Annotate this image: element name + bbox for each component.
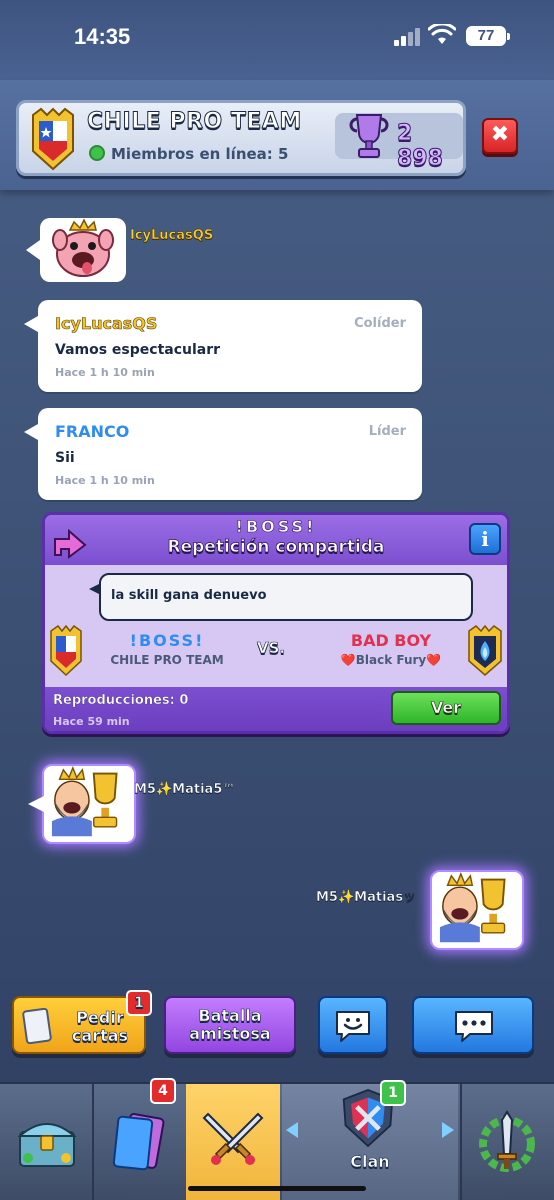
crossed-swords-icon [202,1112,264,1165]
friendly-battle-label: Batalla amistosa [189,1006,271,1043]
replay-plays-count: Reproducciones: 0 [53,693,189,708]
tab-clan[interactable]: 1 Clan [282,1080,458,1200]
chat-icon [455,1011,493,1042]
treasure-chest-icon [17,1123,77,1167]
king-trophy-emote-icon [439,872,506,943]
message-text: Vamos espectacularr [55,342,221,358]
opponent-clan-badge-icon [468,625,502,676]
message-role: Líder [368,424,406,439]
bottom-navigation: 4 1 Clan [0,1078,554,1200]
player2-name: BAD BOY [350,631,432,650]
cards-deck-icon [112,1113,165,1171]
trophy-icon [349,114,389,158]
message-role: Colíder [354,316,406,331]
watch-replay-button[interactable]: Ver [391,691,501,725]
clan-notification-badge: 1 [380,1080,406,1106]
replay-comment-bubble: la skill gana denuevo [89,573,473,621]
message-author[interactable]: IcyLucasQS [55,314,158,334]
replay-title: Repetición compartida [167,537,385,558]
emote-button[interactable] [318,996,388,1054]
wifi-icon [428,24,456,44]
chevron-left-icon[interactable] [286,1122,298,1138]
tab-battle[interactable] [186,1084,280,1200]
message-author[interactable]: FRANCO [55,422,129,441]
versus-label: VS. [257,639,286,658]
online-status-dot [89,145,105,161]
replay-player-title: !BOSS! [235,517,317,537]
laurel-sword-icon [479,1110,535,1172]
status-bar: 14:35 77 [0,0,554,80]
home-indicator [188,1186,366,1191]
emote-player-name[interactable]: M5✨Matia5™ [134,782,236,798]
replay-footer: Reproducciones: 0 Hace 59 min Ver [45,687,507,731]
replay-header: !BOSS! Repetición compartida i [45,515,507,565]
chat-message[interactable]: IcyLucasQS Colíder Vamos espectacularr H… [24,300,422,392]
tab-shop[interactable] [0,1084,92,1200]
card-icon [22,1008,52,1044]
clan-badge-icon [32,107,74,171]
online-members-label: Miembros en línea: 5 [111,145,289,163]
chevron-right-icon[interactable] [442,1122,454,1138]
close-button[interactable]: ✖ [482,118,518,154]
replay-time: Hace 59 min [53,715,130,728]
pig-emote-icon [52,218,114,277]
emote-player-name[interactable]: M5✨Matiasッ [316,886,417,906]
message-time: Hace 1 h 10 min [55,474,155,487]
emote-bubble-pig [26,218,126,282]
clan-trophy-count: 2 898 [397,121,444,172]
clan-trophy-box: 2 898 [335,113,463,172]
cellular-signal-icon [394,28,422,46]
replay-comment: la skill gana denuevo [111,588,267,603]
chat-message[interactable]: FRANCO Líder Sii Hace 1 h 10 min [24,408,422,500]
cards-notification-badge: 4 [150,1078,176,1104]
shared-replay-card[interactable]: !BOSS! Repetición compartida i la skill … [42,512,510,734]
clan-badge-icon [50,625,82,677]
tab-cards[interactable]: 4 [94,1078,184,1200]
emote-bubble-king [430,870,524,950]
player1-clan: CHILE PRO TEAM [110,653,224,667]
emote-player-name[interactable]: IcyLucasQS [130,228,214,244]
info-button[interactable]: i [469,523,501,555]
chat-message-button[interactable] [412,996,534,1054]
emote-bubble-king [28,764,136,844]
message-time: Hace 1 h 10 min [55,366,155,379]
battery-icon: 77 [466,26,510,46]
message-text: Sii [55,450,75,466]
player2-clan: ❤️Black Fury❤️ [340,653,442,667]
request-cards-button[interactable]: Pedir cartas 1 [12,990,152,1054]
clan-name: CHILE PRO TEAM [87,109,302,135]
clan-info-card[interactable]: CHILE PRO TEAM Miembros en línea: 5 2 89… [16,100,466,176]
smiley-chat-icon [336,1011,370,1042]
request-notification-badge: 1 [126,990,152,1016]
king-trophy-emote-icon [51,766,118,837]
clan-tab-label: Clan [350,1152,390,1172]
player1-name: !BOSS! [129,631,205,650]
friendly-battle-button[interactable]: Batalla amistosa [164,996,296,1054]
status-time: 14:35 [74,24,131,49]
tab-events[interactable] [462,1084,554,1200]
